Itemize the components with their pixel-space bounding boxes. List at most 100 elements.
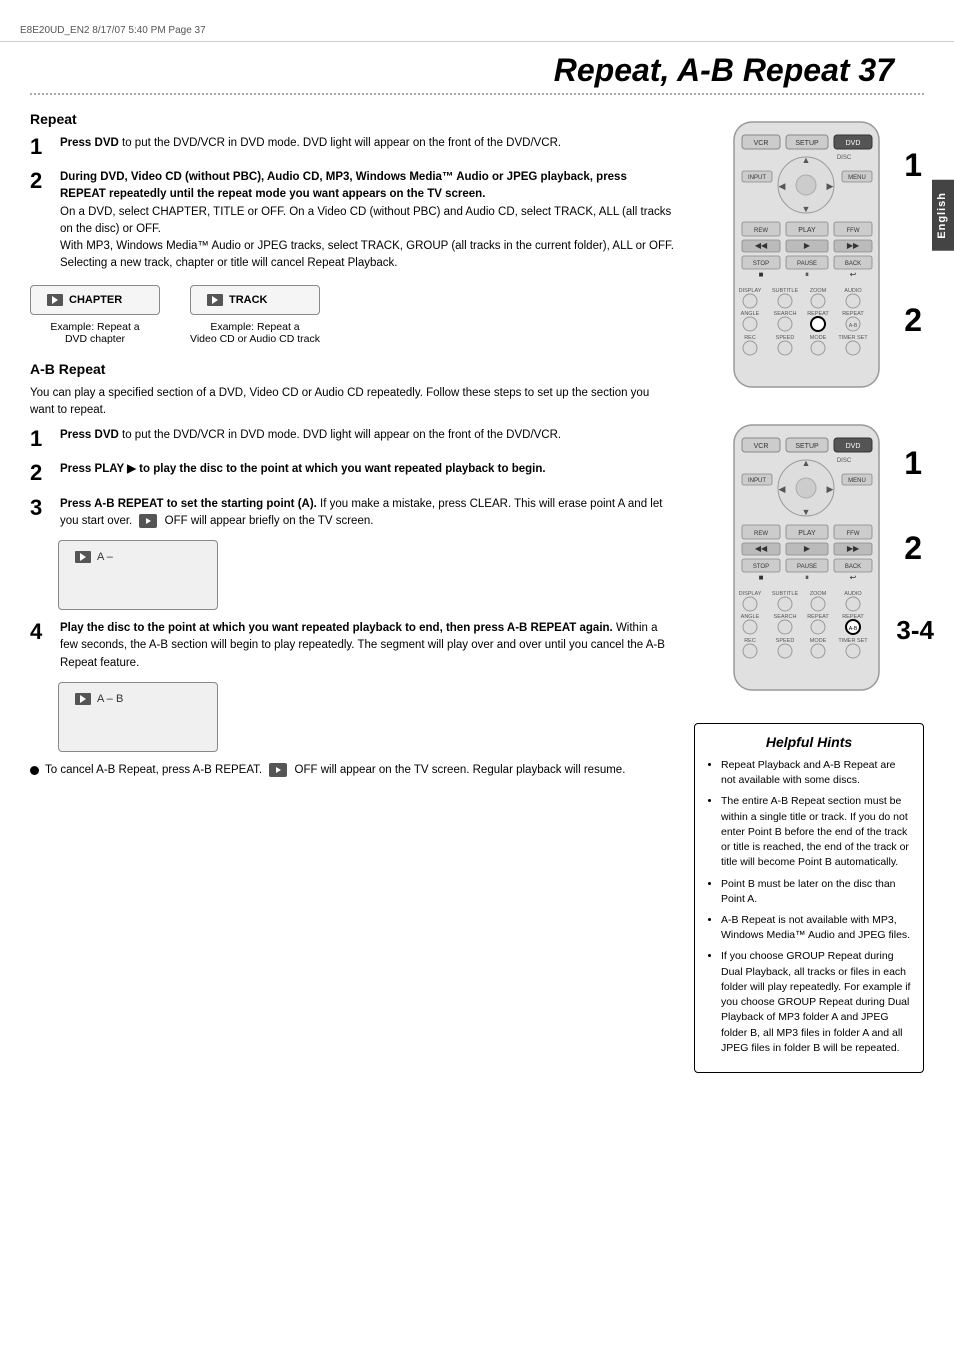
svg-text:A-B: A-B	[849, 323, 858, 329]
ab-screen-text-3: A –	[97, 551, 113, 563]
ab-step-number-4: 4	[30, 620, 52, 644]
repeat-step-2: 2 During DVD, Video CD (without PBC), Au…	[30, 169, 674, 273]
ab-step-1-bold: Press DVD	[60, 429, 119, 441]
ab-screen-text-4: A – B	[97, 693, 123, 705]
svg-text:◀◀: ◀◀	[755, 241, 768, 250]
track-caption: Example: Repeat a Video CD or Audio CD t…	[190, 321, 320, 345]
ab-step-4-screen: A – B	[58, 682, 218, 752]
page-title: Repeat, A-B Repeat 37	[30, 52, 924, 89]
svg-text:PLAY: PLAY	[798, 227, 816, 234]
svg-text:▶▶: ▶▶	[847, 544, 860, 553]
repeat-step-1: 1 Press DVD to put the DVD/VCR in DVD mo…	[30, 135, 674, 159]
remote2-step34-badge: 3-4	[896, 615, 934, 646]
ab-step-number-3: 3	[30, 496, 52, 520]
svg-text:MODE: MODE	[810, 638, 827, 644]
remote2-step2-badge: 2	[904, 530, 922, 567]
svg-text:VCR: VCR	[754, 443, 769, 450]
svg-text:ZOOM: ZOOM	[810, 288, 827, 294]
svg-text:DISPLAY: DISPLAY	[739, 591, 762, 597]
remote-svg-1: VCR SETUP DVD DISC INPUT	[714, 117, 899, 397]
svg-text:PLAY: PLAY	[798, 530, 816, 537]
svg-text:↩: ↩	[850, 573, 857, 582]
svg-text:SUBTITLE: SUBTITLE	[772, 591, 799, 597]
svg-text:▶: ▶	[827, 181, 834, 191]
repeat-section-header: Repeat	[30, 111, 674, 127]
svg-text:SETUP: SETUP	[795, 140, 819, 147]
svg-text:SEARCH: SEARCH	[774, 614, 797, 620]
svg-text:SEARCH: SEARCH	[774, 311, 797, 317]
cancel-text: To cancel A-B Repeat, press A-B REPEAT. …	[45, 762, 625, 779]
ab-step-3-text: Press A-B REPEAT to set the starting poi…	[60, 496, 674, 531]
ab-repeat-intro: You can play a specified section of a DV…	[30, 385, 674, 420]
hint-item-3: Point B must be later on the disc than P…	[721, 877, 911, 907]
svg-text:SUBTITLE: SUBTITLE	[772, 288, 799, 294]
svg-text:REPEAT: REPEAT	[842, 311, 864, 317]
svg-text:ANGLE: ANGLE	[741, 311, 760, 317]
track-screen-box: TRACK	[190, 285, 320, 315]
screen-examples: CHAPTER Example: Repeat a DVD chapter	[30, 285, 674, 345]
repeat-step-1-bold: Press DVD	[60, 137, 119, 149]
remote-diagram-1: VCR SETUP DVD DISC INPUT	[714, 117, 904, 400]
page-container: E8E20UD_EN2 8/17/07 5:40 PM Page 37 Engl…	[0, 0, 954, 1351]
svg-text:TIMER SET: TIMER SET	[838, 335, 868, 341]
ab-step-3: 3 Press A-B REPEAT to set the starting p…	[30, 496, 674, 531]
chapter-caption: Example: Repeat a DVD chapter	[50, 321, 139, 345]
svg-text:REPEAT: REPEAT	[807, 614, 829, 620]
hint-item-4: A-B Repeat is not available with MP3, Wi…	[721, 913, 911, 943]
svg-text:▶: ▶	[804, 241, 811, 250]
svg-text:▶▶: ▶▶	[847, 241, 860, 250]
hints-title: Helpful Hints	[707, 734, 911, 750]
svg-text:AUDIO: AUDIO	[844, 591, 862, 597]
ab-screen-3-content: A –	[75, 551, 113, 563]
svg-text:SPEED: SPEED	[776, 335, 795, 341]
ab-repeat-header: A-B Repeat	[30, 361, 674, 377]
helpful-hints-box: Helpful Hints Repeat Playback and A-B Re…	[694, 723, 924, 1073]
svg-text:DISPLAY: DISPLAY	[739, 288, 762, 294]
ab-step-4: 4 Play the disc to the point at which yo…	[30, 620, 674, 672]
svg-text:▼: ▼	[802, 204, 811, 214]
svg-text:PAUSE: PAUSE	[797, 261, 817, 267]
svg-text:⏸: ⏸	[805, 270, 809, 279]
track-screen-icon	[207, 294, 223, 306]
svg-text:DISC: DISC	[837, 155, 852, 161]
ab-step-1-text: Press DVD to put the DVD/VCR in DVD mode…	[60, 427, 561, 444]
svg-text:MENU: MENU	[848, 478, 866, 484]
hint-item-2: The entire A-B Repeat section must be wi…	[721, 794, 911, 870]
svg-text:PAUSE: PAUSE	[797, 564, 817, 570]
svg-text:▶: ▶	[827, 484, 834, 494]
ab-screen-4-content: A – B	[75, 693, 123, 705]
play-tri-4	[80, 695, 86, 703]
svg-text:■: ■	[759, 270, 764, 279]
svg-text:SPEED: SPEED	[776, 638, 795, 644]
hints-list: Repeat Playback and A-B Repeat are not a…	[707, 758, 911, 1056]
dotted-divider	[30, 93, 924, 95]
svg-text:▲: ▲	[802, 155, 811, 165]
ab-step-3-screen: A –	[58, 540, 218, 610]
ab-step-2-text: Press PLAY ▶ to play the disc to the poi…	[60, 461, 546, 478]
ab-screen-icon-4	[75, 693, 91, 705]
repeat-step-2-text: During DVD, Video CD (without PBC), Audi…	[60, 169, 674, 273]
repeat-step-2-bold: During DVD, Video CD (without PBC), Audi…	[60, 171, 627, 200]
svg-text:FFW: FFW	[847, 228, 860, 234]
svg-text:REW: REW	[754, 228, 768, 234]
off-tri-2	[276, 767, 281, 773]
ab-step-4-text: Play the disc to the point at which you …	[60, 620, 674, 672]
ab-repeat-section: A-B Repeat You can play a specified sect…	[30, 361, 674, 779]
ab-screen-icon-3	[75, 551, 91, 563]
svg-text:DISC: DISC	[837, 458, 852, 464]
svg-text:TIMER SET: TIMER SET	[838, 638, 868, 644]
svg-text:REC: REC	[744, 335, 756, 341]
svg-text:◀: ◀	[779, 484, 786, 494]
svg-text:▶: ▶	[804, 544, 811, 553]
play-triangle-2	[212, 296, 218, 304]
svg-text:■: ■	[759, 573, 764, 582]
svg-text:DVD: DVD	[846, 443, 861, 450]
remote2-step1-badge: 1	[904, 445, 922, 482]
left-column: Repeat 1 Press DVD to put the DVD/VCR in…	[30, 107, 674, 1073]
main-content: Repeat, A-B Repeat 37 Repeat 1 Press DVD…	[0, 52, 954, 1093]
step-number-1: 1	[30, 135, 52, 159]
ab-step-4-bold: Play the disc to the point at which you …	[60, 622, 613, 634]
svg-text:BACK: BACK	[845, 261, 861, 267]
svg-text:↩: ↩	[850, 270, 857, 279]
svg-text:BACK: BACK	[845, 564, 861, 570]
